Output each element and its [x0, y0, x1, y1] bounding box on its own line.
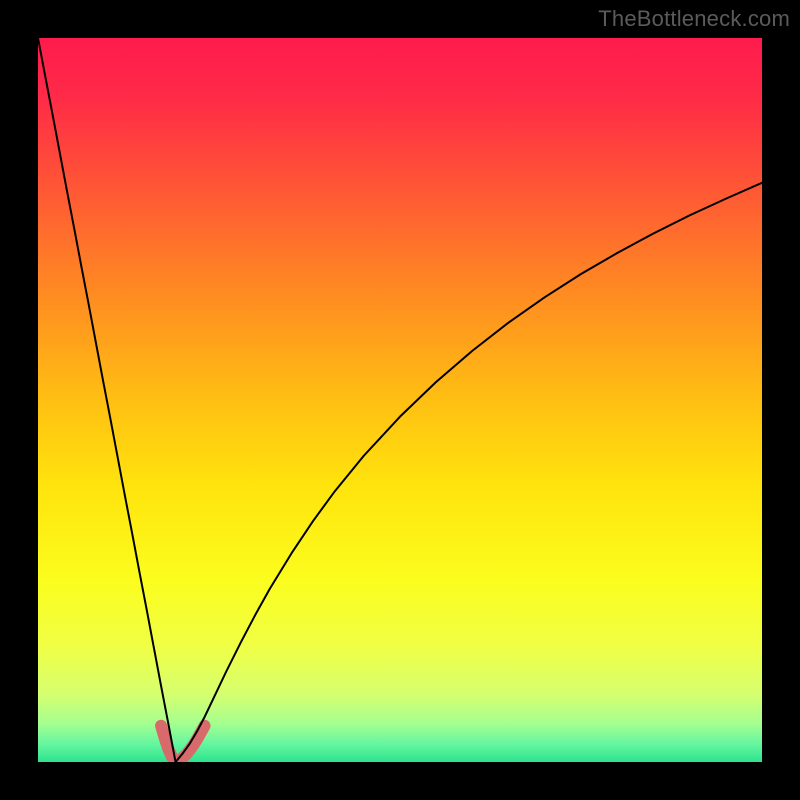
chart-frame: TheBottleneck.com [0, 0, 800, 800]
chart-background-gradient [38, 38, 762, 762]
attribution-watermark: TheBottleneck.com [598, 6, 790, 32]
bottleneck-chart [38, 38, 762, 762]
